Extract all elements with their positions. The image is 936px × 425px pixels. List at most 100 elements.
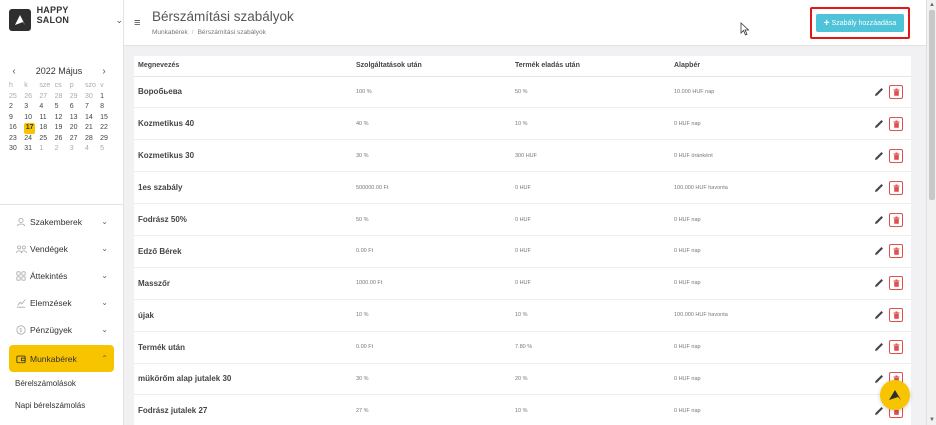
- rule-name[interactable]: Termék után: [134, 331, 352, 364]
- add-rule-button[interactable]: + Szabály hozzáadása: [816, 14, 904, 32]
- calendar-day[interactable]: 31: [24, 144, 39, 155]
- calendar-day-selected[interactable]: 17: [24, 123, 36, 134]
- table-row[interactable]: Termék után 0.00 Ft 7.80 % 0 HUF nap: [134, 331, 911, 364]
- calendar-day[interactable]: 27: [70, 134, 85, 145]
- calendar-day[interactable]: 8: [100, 102, 115, 113]
- calendar-day[interactable]: 25: [9, 92, 24, 103]
- rule-name[interactable]: újak: [134, 299, 352, 332]
- calendar-day[interactable]: 12: [55, 113, 70, 124]
- rule-name[interactable]: Edző Bérek: [134, 235, 352, 268]
- sidebar-item-munkaberek[interactable]: Munkabérek ⌃: [9, 345, 114, 372]
- calendar-day[interactable]: 18: [39, 123, 54, 134]
- calendar-day[interactable]: 9: [9, 113, 24, 124]
- scroll-up-arrow-icon[interactable]: ▲: [929, 2, 935, 8]
- calendar-day[interactable]: 25: [39, 134, 54, 145]
- scrollbar-thumb[interactable]: [929, 10, 935, 200]
- table-row[interactable]: 1es szabály 500000.00 Ft 0 HUF 100.000 HUF …: [134, 171, 911, 205]
- pencil-icon[interactable]: [873, 373, 885, 385]
- calendar-day[interactable]: 22: [100, 123, 115, 134]
- delete-button[interactable]: [889, 308, 903, 323]
- delete-button[interactable]: [889, 244, 903, 259]
- calendar-day[interactable]: 19: [55, 123, 70, 134]
- calendar-day[interactable]: 4: [39, 102, 54, 113]
- sidebar-subitem[interactable]: Bérelszámolások: [0, 372, 123, 394]
- rule-name[interactable]: Kozmetikus 30: [134, 139, 352, 173]
- sidebar-item-szakemberek[interactable]: Szakemberek ⌄: [9, 208, 114, 235]
- calendar-day[interactable]: 15: [100, 113, 115, 124]
- pencil-icon[interactable]: [873, 245, 885, 257]
- calendar-day[interactable]: 13: [70, 113, 85, 124]
- column-header-services[interactable]: Szolgáltatások után: [352, 56, 511, 77]
- rule-name[interactable]: Fodrász jutalek 27: [134, 394, 352, 425]
- calendar-day[interactable]: 5: [100, 144, 115, 155]
- sidebar-item-penzugyek[interactable]: $ Pénzügyek ⌄: [9, 316, 114, 343]
- pencil-icon[interactable]: [873, 86, 885, 98]
- rule-name[interactable]: Fodrász 50%: [134, 203, 352, 236]
- sidebar-item-attekintes[interactable]: Áttekintés ⌄: [9, 262, 114, 289]
- calendar-day[interactable]: 20: [70, 123, 85, 134]
- calendar-day[interactable]: 4: [85, 144, 100, 155]
- pencil-icon[interactable]: [873, 182, 885, 194]
- calendar-day[interactable]: 28: [55, 92, 70, 103]
- table-row[interactable]: Воробьева 100 % 50 % 10.000 HUF nap: [134, 76, 911, 109]
- calendar-day[interactable]: 23: [9, 134, 24, 145]
- calendar-day[interactable]: 30: [85, 92, 100, 103]
- breadcrumb-link-munkaberek[interactable]: Munkabérek: [152, 29, 188, 36]
- table-row[interactable]: Fodrász 50% 50 % 0 HUF 0 HUF nap: [134, 203, 911, 236]
- rule-name[interactable]: Воробьева: [134, 76, 352, 109]
- table-row[interactable]: Fodrász jutalek 27 27 % 10 % 0 HUF nap: [134, 394, 911, 425]
- column-header-products[interactable]: Termék eladás után: [511, 56, 670, 77]
- sidebar-subitem[interactable]: Napi bérelszámolás: [0, 394, 123, 416]
- delete-button[interactable]: [889, 116, 903, 131]
- calendar-day[interactable]: 26: [24, 92, 39, 103]
- delete-button[interactable]: [889, 340, 903, 355]
- column-header-base-salary[interactable]: Alapbér: [670, 56, 835, 77]
- delete-button[interactable]: [889, 180, 903, 195]
- calendar-day[interactable]: 2: [55, 144, 70, 155]
- table-row[interactable]: Kozmetikus 40 40 % 10 % 0 HUF nap: [134, 107, 911, 141]
- calendar-day[interactable]: 26: [55, 134, 70, 145]
- table-row[interactable]: mükörőm alap jutalek 30 30 % 20 % 0 HUF nap: [134, 363, 911, 396]
- calendar-next-button[interactable]: ›: [99, 66, 109, 77]
- rule-name[interactable]: Kozmetikus 40: [134, 107, 352, 141]
- delete-button[interactable]: [889, 276, 903, 291]
- delete-button[interactable]: [889, 148, 903, 163]
- rule-name[interactable]: mükörőm alap jutalek 30: [134, 363, 352, 396]
- hamburger-menu-icon[interactable]: ≡: [134, 17, 140, 29]
- calendar-day[interactable]: 1: [39, 144, 54, 155]
- calendar-day[interactable]: 3: [24, 102, 39, 113]
- brand-switcher[interactable]: HAPPY SALON ⌄: [0, 0, 123, 40]
- calendar-day[interactable]: 28: [85, 134, 100, 145]
- rule-name[interactable]: 1es szabály: [134, 171, 352, 205]
- table-row[interactable]: Masszőr 1000.00 Ft 0 HUF 0 HUF nap: [134, 267, 911, 300]
- delete-button[interactable]: [889, 84, 903, 99]
- calendar-day[interactable]: 21: [85, 123, 100, 134]
- calendar-day[interactable]: 5: [55, 102, 70, 113]
- calendar-day[interactable]: 24: [24, 134, 39, 145]
- pencil-icon[interactable]: [873, 341, 885, 353]
- sidebar-item-vendegek[interactable]: Vendégek ⌄: [9, 235, 114, 262]
- column-header-name[interactable]: Megnevezés: [134, 56, 352, 77]
- calendar-day[interactable]: 3: [70, 144, 85, 155]
- calendar-day[interactable]: 2: [9, 102, 24, 113]
- calendar-day[interactable]: 16: [9, 123, 24, 134]
- pencil-icon[interactable]: [873, 214, 885, 226]
- calendar-day[interactable]: 29: [70, 92, 85, 103]
- calendar-prev-button[interactable]: ‹: [9, 66, 19, 77]
- pencil-icon[interactable]: [873, 309, 885, 321]
- rule-name[interactable]: Masszőr: [134, 267, 352, 300]
- calendar-day[interactable]: 6: [70, 102, 85, 113]
- calendar-day[interactable]: 27: [39, 92, 54, 103]
- calendar-day[interactable]: 30: [9, 144, 24, 155]
- calendar-day[interactable]: 7: [85, 102, 100, 113]
- sidebar-item-elemzesek[interactable]: Elemzések ⌄: [9, 289, 114, 316]
- scroll-down-arrow-icon[interactable]: ▼: [929, 417, 935, 423]
- table-row[interactable]: Kozmetikus 30 30 % 300 HUF 0 HUF óránként: [134, 139, 911, 173]
- pencil-icon[interactable]: [873, 118, 885, 130]
- table-row[interactable]: Edző Bérek 0.00 Ft 0 HUF 0 HUF nap: [134, 235, 911, 268]
- calendar-day[interactable]: 11: [39, 113, 54, 124]
- calendar-day[interactable]: 14: [85, 113, 100, 124]
- page-scrollbar[interactable]: ▲ ▼: [926, 0, 936, 425]
- pencil-icon[interactable]: [873, 150, 885, 162]
- calendar-day[interactable]: 1: [100, 92, 115, 103]
